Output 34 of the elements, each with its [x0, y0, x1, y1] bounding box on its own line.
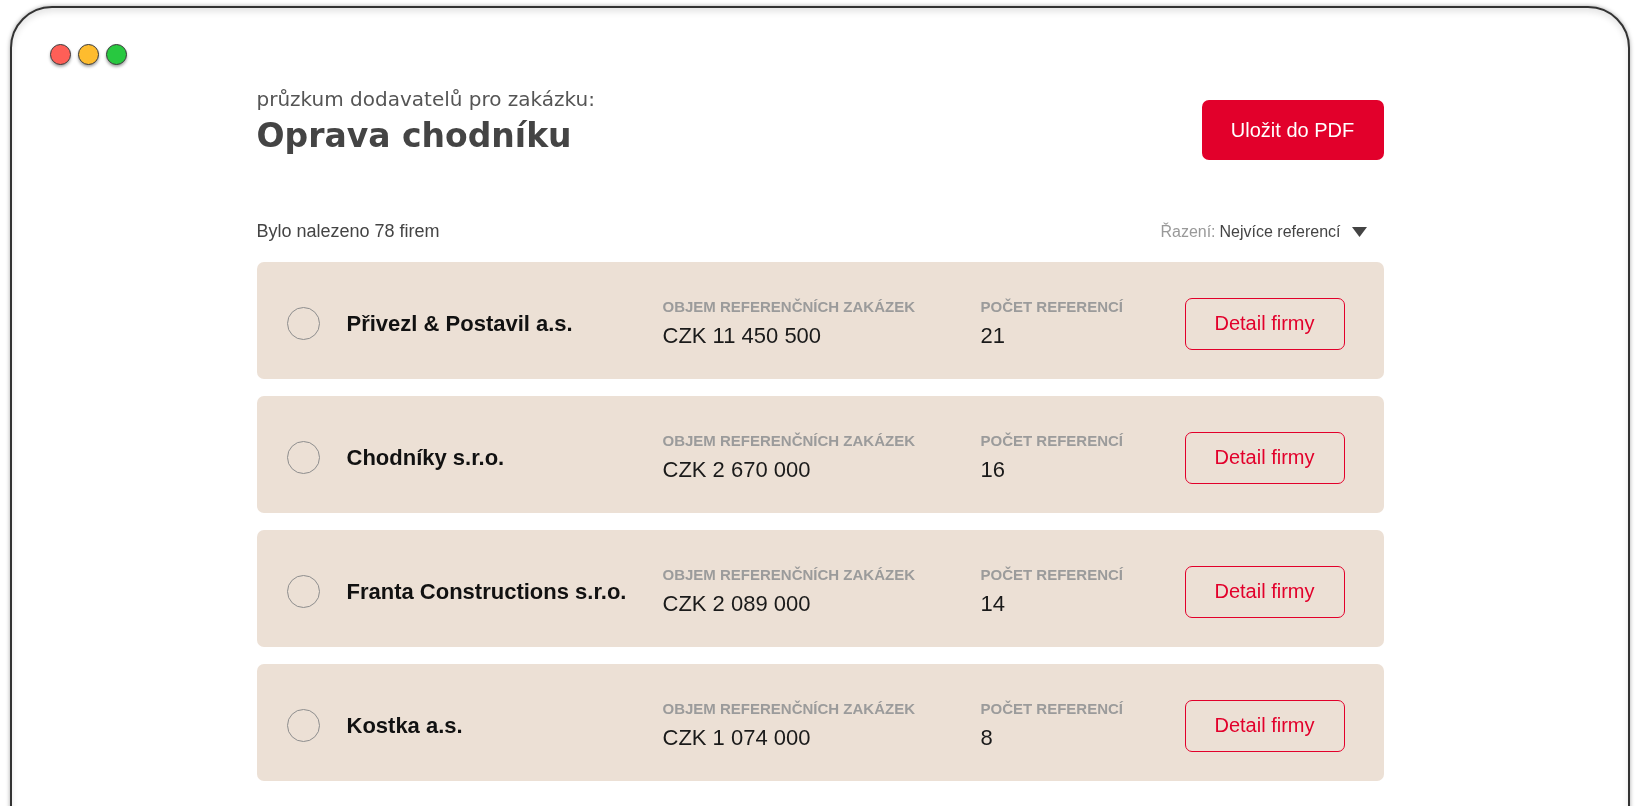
- detail-button[interactable]: Detail firmy: [1184, 565, 1345, 618]
- volume-value: CZK 1 074 000: [662, 725, 811, 751]
- volume-label: OBJEM REFERENČNÍCH ZAKÁZEK: [662, 700, 915, 718]
- count-label: POČET REFERENCÍ: [980, 298, 1123, 316]
- page-subtitle: průzkum dodavatelů pro zakázku:: [256, 87, 595, 111]
- company-name: Franta Constructions s.r.o.: [346, 578, 627, 604]
- company-name: Chodníky s.r.o.: [346, 444, 505, 470]
- caret-icon: [1351, 227, 1367, 237]
- traffic-light-button[interactable]: [78, 44, 99, 65]
- volume-label: OBJEM REFERENČNÍCH ZAKÁZEK: [662, 432, 915, 450]
- company-name: Přivezl & Postavil a.s.: [346, 310, 573, 336]
- volume-value: CZK 2 089 000: [662, 591, 811, 617]
- traffic-light-button[interactable]: [106, 44, 127, 65]
- traffic-light-button[interactable]: [50, 44, 71, 65]
- sort-label: Řazení:: [1160, 223, 1216, 241]
- count-label: POČET REFERENCÍ: [980, 566, 1123, 584]
- count-label: POČET REFERENCÍ: [980, 432, 1123, 450]
- results-count: Bylo nalezeno 78 firem: [256, 220, 440, 242]
- save-pdf-button[interactable]: Uložit do PDF: [1201, 100, 1384, 160]
- company-name: Kostka a.s.: [346, 712, 463, 738]
- volume-label: OBJEM REFERENČNÍCH ZAKÁZEK: [662, 298, 915, 316]
- count-value: 21: [980, 323, 1005, 349]
- detail-button[interactable]: Detail firmy: [1184, 431, 1345, 484]
- count-value: 14: [980, 591, 1005, 617]
- volume-label: OBJEM REFERENČNÍCH ZAKÁZEK: [662, 566, 915, 584]
- page-title: Oprava chodníku: [256, 116, 573, 156]
- detail-button[interactable]: Detail firmy: [1184, 699, 1345, 752]
- sort-dropdown[interactable]: Nejvíce referencí: [1219, 223, 1367, 241]
- detail-button[interactable]: Detail firmy: [1184, 297, 1345, 350]
- count-label: POČET REFERENCÍ: [980, 700, 1123, 718]
- count-value: 8: [980, 725, 993, 751]
- volume-value: CZK 2 670 000: [662, 457, 811, 483]
- volume-value: CZK 11 450 500: [662, 323, 822, 349]
- count-value: 16: [980, 457, 1005, 483]
